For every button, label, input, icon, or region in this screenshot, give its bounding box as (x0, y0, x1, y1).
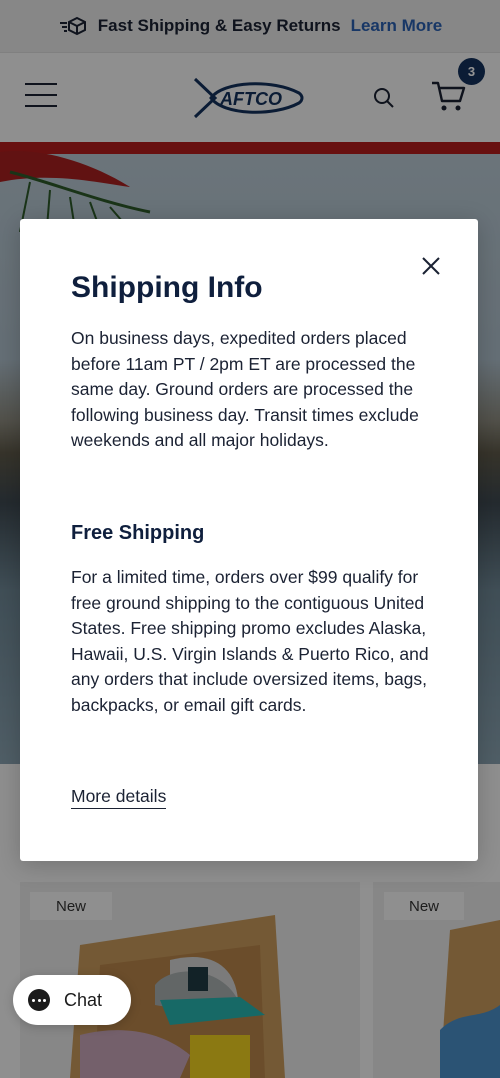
free-shipping-heading: Free Shipping (71, 522, 205, 544)
close-icon[interactable] (420, 255, 442, 277)
free-shipping-text: For a limited time, orders over $99 qual… (71, 567, 429, 715)
chat-label: Chat (64, 989, 103, 1010)
modal-intro-text: On business days, expedited orders place… (71, 328, 419, 450)
chat-button[interactable]: Chat (13, 975, 131, 1025)
chat-bubble-icon (28, 989, 50, 1011)
modal-title: Shipping Info (71, 271, 263, 304)
more-details-link[interactable]: More details (71, 786, 167, 809)
shipping-info-modal: Shipping Info On business days, expedite… (20, 219, 478, 861)
